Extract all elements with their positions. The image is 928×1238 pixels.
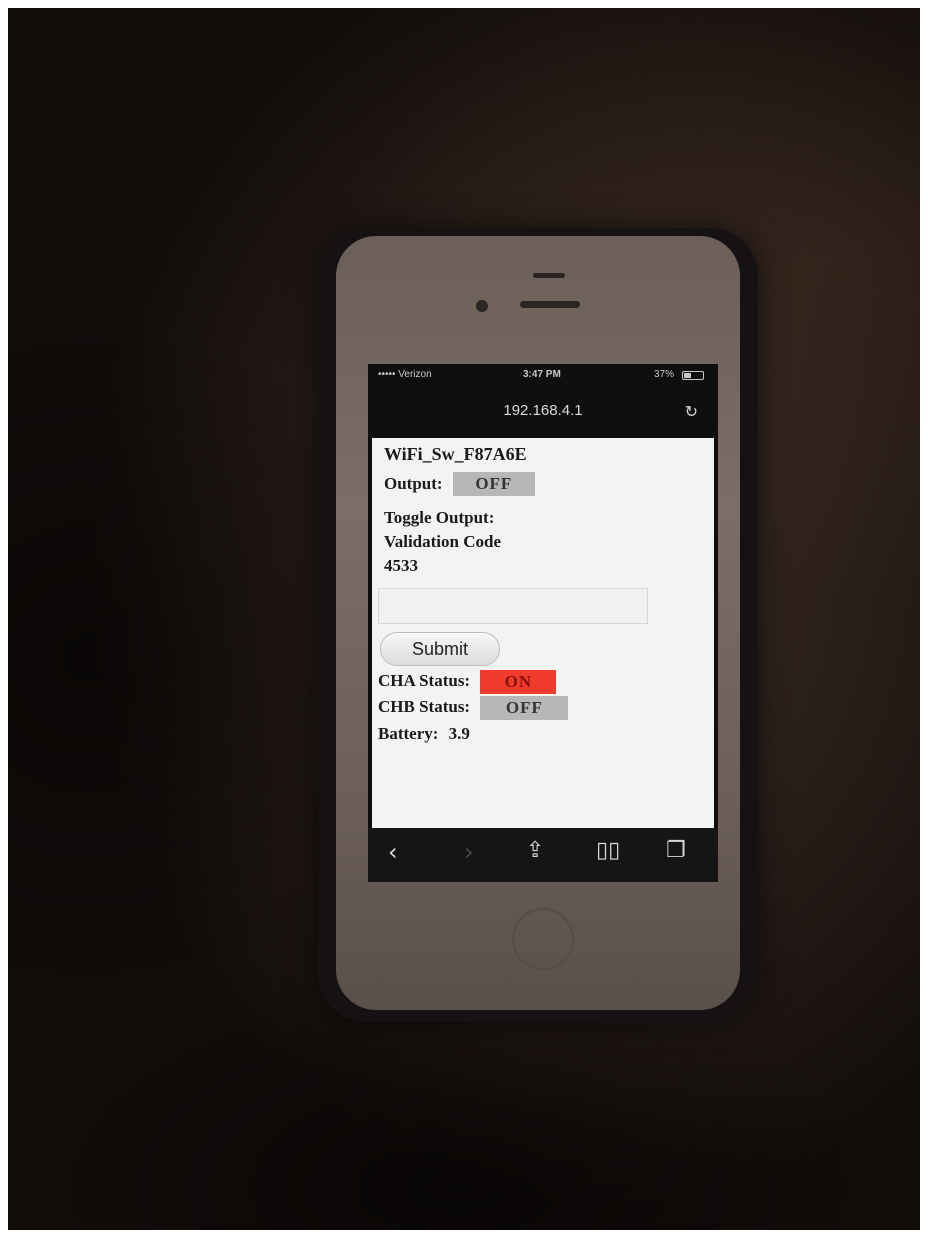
phone-screen: ••••• Verizon 3:47 PM 37% 192.168.4.1 ↻ …: [368, 364, 718, 882]
toggle-output-label: Toggle Output:: [384, 508, 495, 527]
carrier-label: ••••• Verizon: [378, 369, 432, 380]
reload-icon[interactable]: ↻: [685, 402, 698, 422]
browser-toolbar: ‹ › ⇪ ▯▯ ❐: [368, 828, 718, 882]
home-button[interactable]: [512, 908, 574, 970]
tabs-icon[interactable]: ❐: [666, 838, 686, 863]
url-bar[interactable]: 192.168.4.1 ↻: [368, 386, 718, 438]
cha-status-label: CHA Status:: [378, 670, 471, 690]
output-row: Output: OFF: [384, 472, 535, 496]
status-bar: ••••• Verizon 3:47 PM 37%: [368, 364, 718, 386]
chevron-right-icon[interactable]: ›: [464, 838, 474, 866]
battery-percent: 37%: [653, 369, 674, 380]
battery-icon: [682, 371, 704, 380]
chb-status-badge: OFF: [480, 696, 569, 720]
output-label: Output:: [384, 474, 443, 493]
validation-code-input[interactable]: [378, 588, 648, 624]
battery-label: Battery:: [378, 724, 439, 743]
url-text[interactable]: 192.168.4.1: [368, 402, 718, 419]
front-camera-icon: [476, 300, 488, 312]
chevron-left-icon[interactable]: ‹: [388, 838, 398, 866]
chb-status-label: CHB Status:: [378, 696, 471, 716]
output-status-badge: OFF: [452, 472, 535, 496]
battery-value: 3.9: [448, 724, 470, 743]
validation-code-value: 4533: [384, 556, 418, 575]
book-icon[interactable]: ▯▯: [596, 838, 620, 863]
validation-code-label: Validation Code: [384, 532, 501, 551]
submit-button[interactable]: Submit: [380, 632, 500, 666]
device-title: WiFi_Sw_F87A6E: [384, 444, 527, 464]
earpiece: [520, 301, 580, 308]
cha-status-row: CHA Status: ON: [378, 670, 557, 694]
battery-row: Battery: 3.9: [378, 724, 470, 744]
chb-status-row: CHB Status: OFF: [378, 696, 569, 720]
share-icon[interactable]: ⇪: [526, 838, 544, 863]
clock: 3:47 PM: [523, 369, 561, 380]
web-page: WiFi_Sw_F87A6E Output: OFF Toggle Output…: [372, 438, 714, 828]
sensor-slot: [533, 273, 565, 278]
cha-status-badge: ON: [480, 670, 557, 694]
